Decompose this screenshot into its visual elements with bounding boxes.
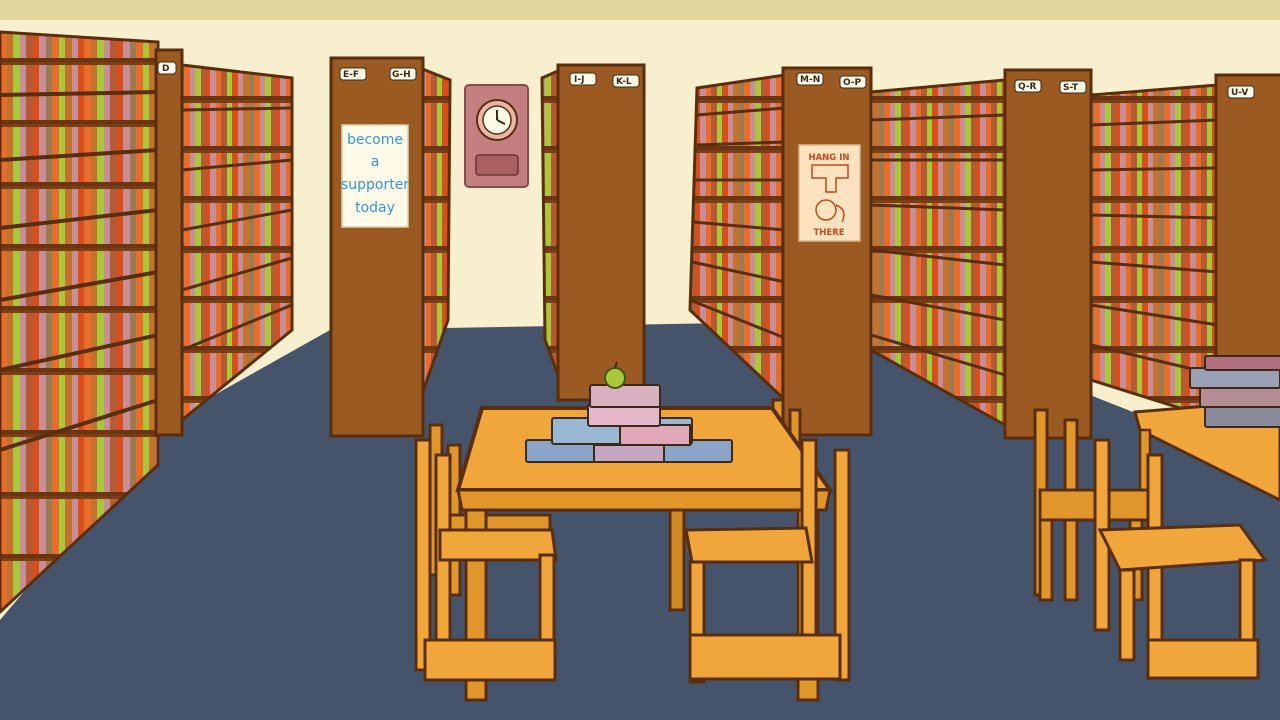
wall-clock bbox=[464, 84, 529, 188]
shelf-label-op: O-P bbox=[843, 78, 862, 88]
supporter-line-1: become bbox=[347, 132, 403, 148]
hang-in-text: HANG IN bbox=[808, 153, 849, 163]
shelf-label-mn: M-N bbox=[800, 75, 820, 85]
shelf-label-kl: K-L bbox=[616, 77, 632, 87]
shelf-label-ef: E-F bbox=[343, 70, 359, 80]
supporter-line-3: supporter bbox=[341, 177, 409, 193]
bookshelf-ij-kl bbox=[540, 63, 646, 402]
shelf-label-st: S-T bbox=[1063, 83, 1079, 93]
there-text: THERE bbox=[813, 228, 844, 238]
ceiling-trim bbox=[0, 0, 1280, 20]
library-illustration: D E-F G-H become a supporter today I-J K… bbox=[0, 0, 1280, 720]
shelf-label-qr: Q-R bbox=[1018, 82, 1037, 92]
supporter-line-2: a bbox=[371, 154, 380, 170]
shelf-label-gh: G-H bbox=[392, 70, 411, 80]
shelf-label-uv: U-V bbox=[1231, 88, 1248, 98]
library-scene: D E-F G-H become a supporter today I-J K… bbox=[0, 0, 1280, 720]
shelf-label-ij: I-J bbox=[574, 75, 584, 85]
shelf-label-d: D bbox=[162, 64, 169, 74]
supporter-line-4: today bbox=[355, 200, 395, 216]
